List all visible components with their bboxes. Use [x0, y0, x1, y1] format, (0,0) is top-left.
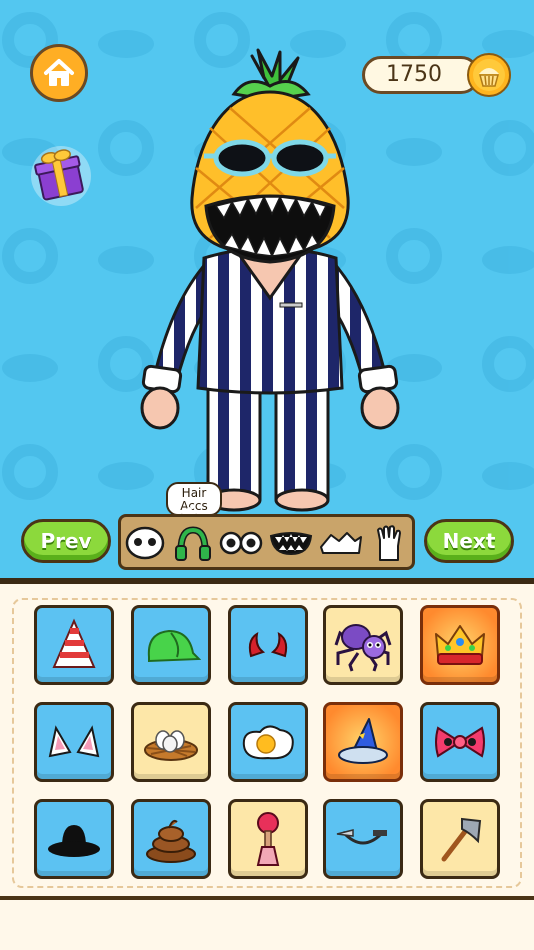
panel-top-border	[0, 578, 534, 584]
eyes-icon	[219, 531, 263, 555]
bird-nest-icon	[144, 730, 198, 761]
item-slot[interactable]	[34, 702, 114, 782]
item-slot[interactable]	[228, 605, 308, 685]
item-slot[interactable]	[228, 799, 308, 879]
cupcake-coin-icon	[467, 53, 511, 97]
character-preview-area: 1750 Hair Accs Prev Next	[0, 0, 534, 580]
next-button[interactable]: Next	[424, 519, 514, 563]
poop-icon	[146, 819, 196, 863]
gift-button[interactable]	[26, 140, 96, 210]
item-slot[interactable]	[323, 702, 403, 782]
item-slot[interactable]	[420, 605, 500, 685]
item-slot[interactable]	[420, 799, 500, 879]
cat-ears-icon	[48, 725, 100, 758]
home-icon	[44, 59, 74, 86]
devil-horns-icon	[248, 632, 288, 658]
game-screen: 1750 Hair Accs Prev Next	[0, 0, 534, 950]
pink-bow-icon	[435, 726, 485, 758]
category-shoes[interactable]	[319, 521, 363, 565]
item-slot[interactable]	[131, 702, 211, 782]
plunger-icon	[256, 812, 280, 866]
item-slot[interactable]	[34, 799, 114, 879]
black-hat-icon	[48, 825, 100, 857]
headphones-icon	[175, 526, 211, 561]
tooltip-line-2: Accs	[180, 499, 208, 513]
shoes-icon	[320, 532, 362, 554]
fried-egg-icon	[242, 725, 294, 760]
item-slot[interactable]	[323, 605, 403, 685]
axe-icon	[441, 817, 482, 862]
category-mouth[interactable]	[269, 521, 313, 565]
item-slot[interactable]	[228, 702, 308, 782]
category-tooltip: Hair Accs	[166, 482, 222, 516]
prev-button[interactable]: Prev	[21, 519, 111, 563]
item-slot[interactable]	[323, 799, 403, 879]
item-slot[interactable]	[34, 605, 114, 685]
panel-bottom-border	[0, 896, 534, 900]
category-bar	[118, 514, 415, 570]
glove-icon	[377, 525, 401, 561]
gift-box-icon	[31, 146, 91, 206]
mouth-icon	[269, 532, 313, 556]
item-slot[interactable]	[131, 799, 211, 879]
crown-icon	[435, 625, 485, 665]
item-slot[interactable]	[420, 702, 500, 782]
green-cap-icon	[147, 629, 201, 663]
category-hair-accs[interactable]	[171, 521, 215, 565]
party-hat-icon	[52, 618, 96, 668]
home-button[interactable]	[30, 44, 88, 102]
wizard-hat-icon	[338, 718, 388, 764]
category-face[interactable]	[123, 521, 167, 565]
category-gloves[interactable]	[367, 521, 411, 565]
character-avatar	[140, 48, 400, 512]
category-eyes[interactable]	[219, 521, 263, 565]
item-slot[interactable]	[131, 605, 211, 685]
face-icon	[125, 526, 165, 560]
spider-icon	[334, 624, 392, 672]
knife-headband-icon	[336, 829, 387, 845]
